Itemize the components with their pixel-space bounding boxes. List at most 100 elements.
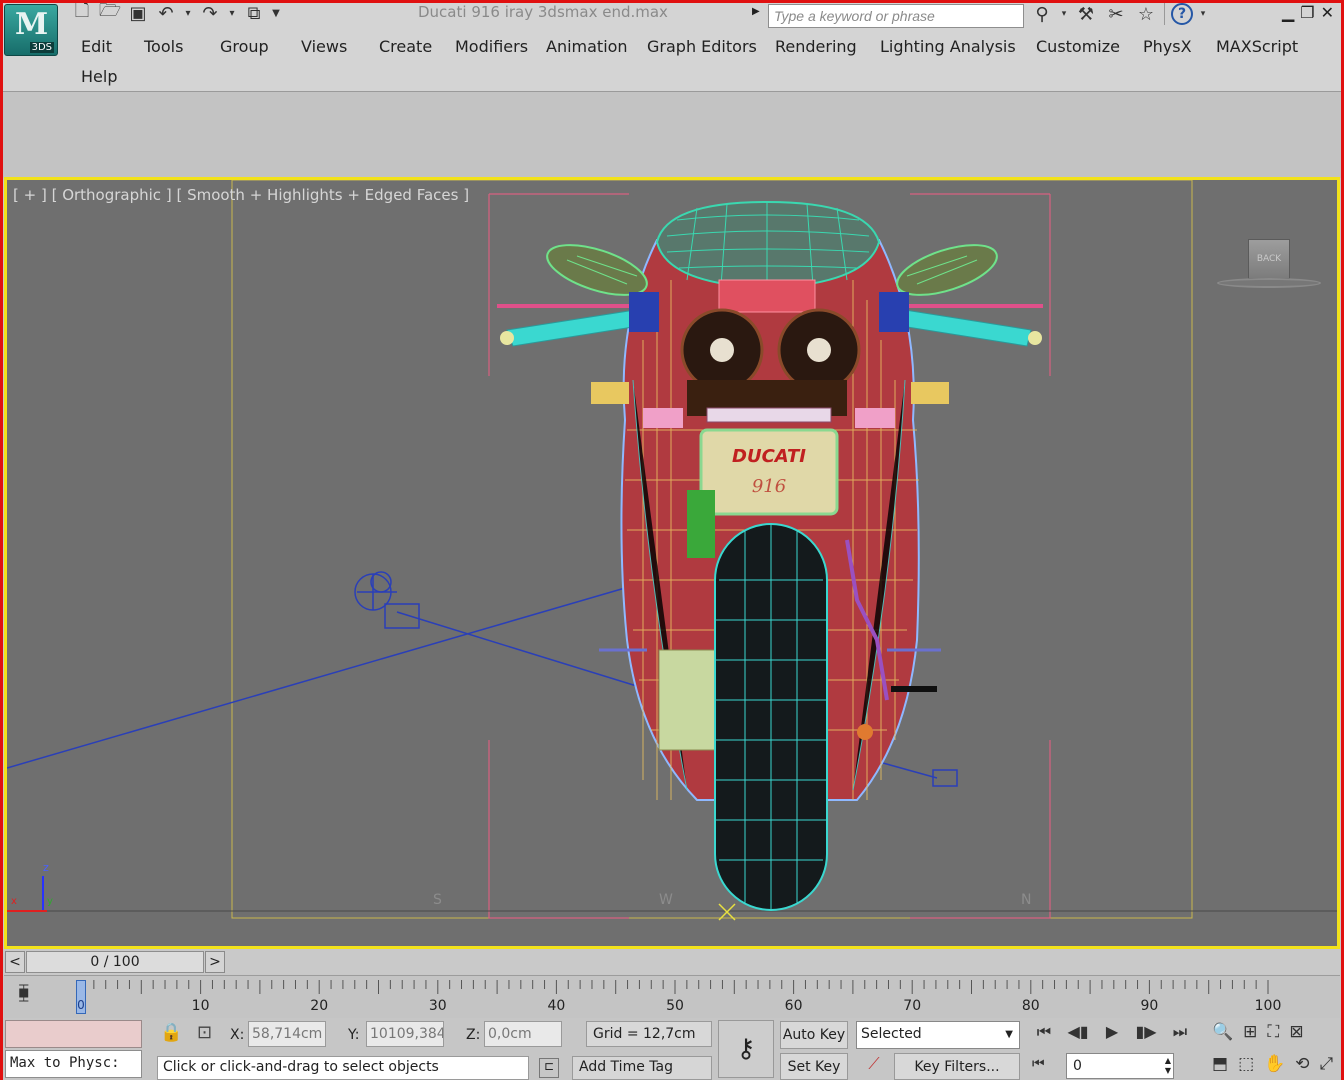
grip-left (506, 309, 640, 347)
track-tick-label: 20 (310, 998, 328, 1014)
engine-case (658, 649, 720, 751)
zoom-extents-icon[interactable]: ⛶ (1267, 1022, 1279, 1042)
menu-group[interactable]: Group (220, 37, 269, 59)
redo-icon[interactable]: ↷ (198, 2, 222, 24)
app-logo-sub: 3DS (29, 42, 54, 53)
y-coord-label: Y: (348, 1027, 360, 1043)
menu-maxscript[interactable]: MAXScript (1216, 37, 1298, 59)
y-coord-field[interactable]: 10109,384 (366, 1021, 444, 1047)
restore-icon[interactable]: ❐ (1300, 3, 1314, 22)
save-icon[interactable]: ▣ (126, 2, 150, 24)
time-slider-next-button[interactable]: > (205, 951, 225, 973)
binoculars-dropdown-icon[interactable]: ▾ (1060, 2, 1068, 26)
axis-label-y: y (47, 896, 53, 907)
menu-edit[interactable]: Edit (81, 37, 112, 59)
grid-size-display: Grid = 12,7cm (586, 1021, 712, 1047)
selection-set-dropdown[interactable]: Selected ▼ (856, 1021, 1020, 1049)
axis-tripod-x (7, 910, 47, 912)
gauge-left-center (710, 338, 734, 362)
viewcube-compass-ring[interactable] (1217, 278, 1321, 288)
current-frame-value: 0 (1073, 1058, 1082, 1074)
binoculars-icon[interactable]: ⚲ (1030, 2, 1054, 26)
camera-target-line (7, 587, 626, 769)
help-icon[interactable]: ? (1171, 3, 1193, 25)
track-tick-label: 80 (1022, 998, 1040, 1014)
key-mode-toggle-icon[interactable]: ⏮ (1032, 1056, 1045, 1072)
subscription-icon[interactable]: ⚒ (1074, 2, 1098, 26)
zoom-all-icon[interactable]: ⊞ (1243, 1022, 1257, 1042)
menu-help[interactable]: Help (81, 67, 117, 86)
time-slider-thumb[interactable]: 0 / 100 (26, 951, 204, 973)
set-keys-icon[interactable]: ⚷ (718, 1020, 774, 1078)
field-of-view-icon[interactable]: ⬒ (1212, 1054, 1228, 1074)
favorites-star-icon[interactable]: ☆ (1134, 2, 1158, 26)
track-bar-scale: 10 20 30 40 50 60 70 80 90 100 (81, 980, 1281, 1014)
minimize-icon[interactable]: ▁ (1282, 3, 1294, 22)
application-button[interactable]: M 3DS (4, 4, 58, 56)
communication-center-icon[interactable]: ✂ (1104, 2, 1128, 26)
time-tag-icon[interactable]: ⊏ (539, 1058, 559, 1078)
open-file-icon[interactable]: 🗁 (98, 0, 122, 24)
menu-modifiers[interactable]: Modifiers (455, 37, 528, 59)
previous-frame-icon[interactable]: ◀▮ (1064, 1022, 1092, 1042)
quick-access-dropdown-icon[interactable]: ▼ (270, 2, 282, 24)
close-icon[interactable]: ✕ (1321, 3, 1334, 22)
new-file-icon[interactable]: 🗋 (70, 0, 94, 24)
maxscript-listener-output[interactable] (5, 1020, 142, 1048)
x-coord-field[interactable]: 58,714cm (248, 1021, 326, 1047)
undo-icon[interactable]: ↶ (154, 2, 178, 24)
menu-lighting-analysis[interactable]: Lighting Analysis (880, 37, 1016, 59)
z-coord-field[interactable]: 0,0cm (484, 1021, 562, 1047)
search-expand-icon[interactable]: ▶ (752, 6, 760, 17)
menu-physx[interactable]: PhysX (1143, 37, 1192, 59)
go-to-start-icon[interactable]: ⏮ (1030, 1022, 1058, 1042)
next-frame-icon[interactable]: ▮▶ (1132, 1022, 1160, 1042)
menu-views[interactable]: Views (301, 37, 347, 59)
zoom-region-icon[interactable]: ⬚ (1238, 1054, 1254, 1074)
key-filters-button[interactable]: Key Filters... (894, 1053, 1020, 1080)
zoom-extents-all-icon[interactable]: ⊠ (1289, 1022, 1303, 1042)
viewcube[interactable]: BACK (1248, 239, 1290, 279)
default-tangent-icon[interactable]: ⟋ (858, 1054, 890, 1078)
orbit-icon[interactable]: ⟲ (1295, 1054, 1309, 1074)
menu-tools[interactable]: Tools (144, 37, 183, 59)
bar-end-right (1028, 331, 1042, 345)
selection-lock-icon[interactable]: 🔒 (160, 1022, 182, 1043)
plate-text-top: DUCATI (732, 446, 806, 467)
track-bar-current-frame[interactable]: 0 (76, 980, 86, 1014)
track-bar[interactable]: ⧯ 10 20 30 40 50 60 70 80 90 100 0 (4, 975, 1340, 1018)
zoom-icon[interactable]: 🔍 (1212, 1022, 1233, 1042)
menu-graph-editors[interactable]: Graph Editors (647, 37, 757, 59)
add-time-tag-button[interactable]: Add Time Tag (572, 1056, 712, 1080)
play-icon[interactable]: ▶ (1098, 1022, 1126, 1042)
menu-animation[interactable]: Animation (546, 37, 628, 59)
spinner-icon[interactable]: ▲ ▼ (1165, 1056, 1171, 1076)
kickstand (891, 686, 937, 692)
maximize-viewport-icon[interactable]: ⤢ (1320, 1054, 1334, 1074)
plate-text-bottom: 916 (752, 476, 786, 497)
help-dropdown-icon[interactable]: ▾ (1199, 2, 1207, 26)
curve-editor-mini-icon[interactable]: ⧯ (18, 982, 46, 1006)
bar-end-left (500, 331, 514, 345)
plate-holder (706, 407, 832, 423)
x-coord-label: X: (230, 1027, 245, 1043)
set-key-button[interactable]: Set Key (780, 1053, 848, 1080)
auto-key-button[interactable]: Auto Key (780, 1021, 848, 1049)
search-input[interactable] (768, 4, 1024, 28)
menu-customize[interactable]: Customize (1036, 37, 1120, 59)
time-slider: < 0 / 100 > (4, 950, 1340, 974)
time-slider-prev-button[interactable]: < (5, 951, 25, 973)
maxscript-mini-listener[interactable]: Max to Physc: (5, 1050, 142, 1078)
z-coord-label: Z: (466, 1027, 481, 1043)
pan-hand-icon[interactable]: ✋ (1264, 1054, 1285, 1074)
menu-create[interactable]: Create (379, 37, 432, 59)
undo-dropdown-icon[interactable]: ▾ (182, 2, 194, 24)
menu-rendering[interactable]: Rendering (775, 37, 857, 59)
project-folder-icon[interactable]: ⧉ (242, 2, 266, 24)
absolute-mode-icon[interactable]: ⊡ (197, 1022, 212, 1043)
redo-dropdown-icon[interactable]: ▾ (226, 2, 238, 24)
viewport-label[interactable]: [ + ] [ Orthographic ] [ Smooth + Highli… (13, 186, 469, 204)
go-to-end-icon[interactable]: ⏭ (1166, 1022, 1194, 1042)
viewport-front[interactable]: DUCATI 916 [ + ] [ Orthographic ] [ Smoo… (4, 177, 1340, 949)
current-frame-field[interactable]: 0 ▲ ▼ (1066, 1053, 1174, 1079)
